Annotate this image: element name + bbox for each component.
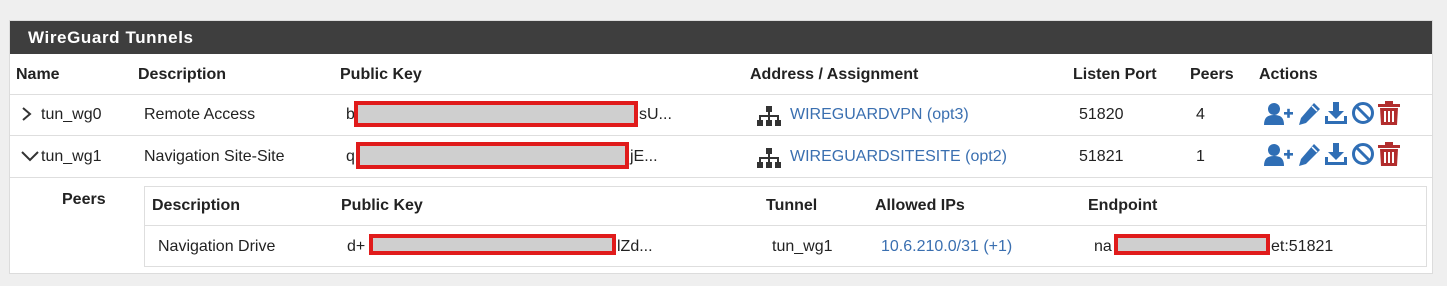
sitemap-icon bbox=[757, 148, 781, 168]
row-divider bbox=[10, 177, 1432, 178]
peer-count: 1 bbox=[1196, 148, 1205, 165]
pencil-icon[interactable] bbox=[1297, 102, 1321, 126]
public-key-suffix: jE... bbox=[630, 148, 658, 165]
pencil-icon[interactable] bbox=[1297, 143, 1321, 167]
col-header-actions: Actions bbox=[1259, 66, 1318, 83]
trash-icon[interactable] bbox=[1378, 142, 1400, 166]
peer-description: Navigation Drive bbox=[158, 238, 276, 255]
listen-port: 51821 bbox=[1079, 148, 1124, 165]
col-header-listen-port[interactable]: Listen Port bbox=[1073, 66, 1157, 84]
chevron-right-icon[interactable] bbox=[20, 106, 32, 122]
col-header-name[interactable]: Name bbox=[16, 66, 60, 84]
public-key-suffix: sU... bbox=[639, 106, 672, 123]
redaction-box bbox=[1114, 234, 1270, 255]
col-header-public-key[interactable]: Public Key bbox=[340, 66, 422, 84]
user-plus-icon[interactable] bbox=[1264, 102, 1294, 126]
panel-title: WireGuard Tunnels bbox=[10, 21, 1432, 54]
peer-col-header-endpoint[interactable]: Endpoint bbox=[1088, 197, 1157, 215]
redaction-box bbox=[354, 101, 638, 127]
peer-col-header-description[interactable]: Description bbox=[152, 197, 240, 215]
ban-icon[interactable] bbox=[1351, 101, 1375, 125]
row-divider bbox=[10, 94, 1432, 95]
col-header-description[interactable]: Description bbox=[138, 66, 226, 84]
redaction-box bbox=[356, 142, 629, 169]
listen-port: 51820 bbox=[1079, 106, 1124, 123]
chevron-down-icon[interactable] bbox=[20, 150, 40, 162]
download-icon[interactable] bbox=[1324, 101, 1348, 125]
row-divider bbox=[10, 135, 1432, 136]
tunnel-name[interactable]: tun_wg1 bbox=[41, 148, 102, 166]
col-header-peers[interactable]: Peers bbox=[1190, 66, 1234, 84]
row-divider bbox=[145, 225, 1426, 226]
peer-col-header-allowed-ips[interactable]: Allowed IPs bbox=[875, 197, 965, 215]
trash-icon[interactable] bbox=[1378, 101, 1400, 125]
peer-endpoint-prefix: na bbox=[1094, 238, 1112, 255]
download-icon[interactable] bbox=[1324, 142, 1348, 166]
peer-col-header-public-key[interactable]: Public Key bbox=[341, 197, 423, 215]
tunnel-description: Remote Access bbox=[144, 106, 256, 123]
sitemap-icon bbox=[757, 106, 781, 126]
public-key-prefix: q bbox=[346, 148, 355, 165]
interface-assignment-link[interactable]: WIREGUARDSITESITE (opt2) bbox=[790, 148, 1007, 166]
peer-allowed-ips-link[interactable]: 10.6.210.0/31 (+1) bbox=[881, 238, 1012, 256]
tunnel-name[interactable]: tun_wg0 bbox=[41, 106, 102, 124]
ban-icon[interactable] bbox=[1351, 142, 1375, 166]
peer-tunnel: tun_wg1 bbox=[772, 238, 833, 255]
tunnel-description: Navigation Site-Site bbox=[144, 148, 285, 165]
interface-assignment-link[interactable]: WIREGUARDVPN (opt3) bbox=[790, 106, 969, 124]
peer-key-prefix: d+ bbox=[347, 238, 366, 255]
peer-count: 4 bbox=[1196, 106, 1205, 123]
user-plus-icon[interactable] bbox=[1264, 143, 1294, 167]
peer-key-suffix: lZd... bbox=[617, 238, 653, 255]
peers-section-label: Peers bbox=[62, 191, 106, 208]
col-header-address[interactable]: Address / Assignment bbox=[750, 66, 918, 84]
redaction-box bbox=[369, 234, 616, 255]
peer-col-header-tunnel[interactable]: Tunnel bbox=[766, 197, 817, 215]
peer-endpoint-suffix: et:51821 bbox=[1271, 238, 1334, 255]
